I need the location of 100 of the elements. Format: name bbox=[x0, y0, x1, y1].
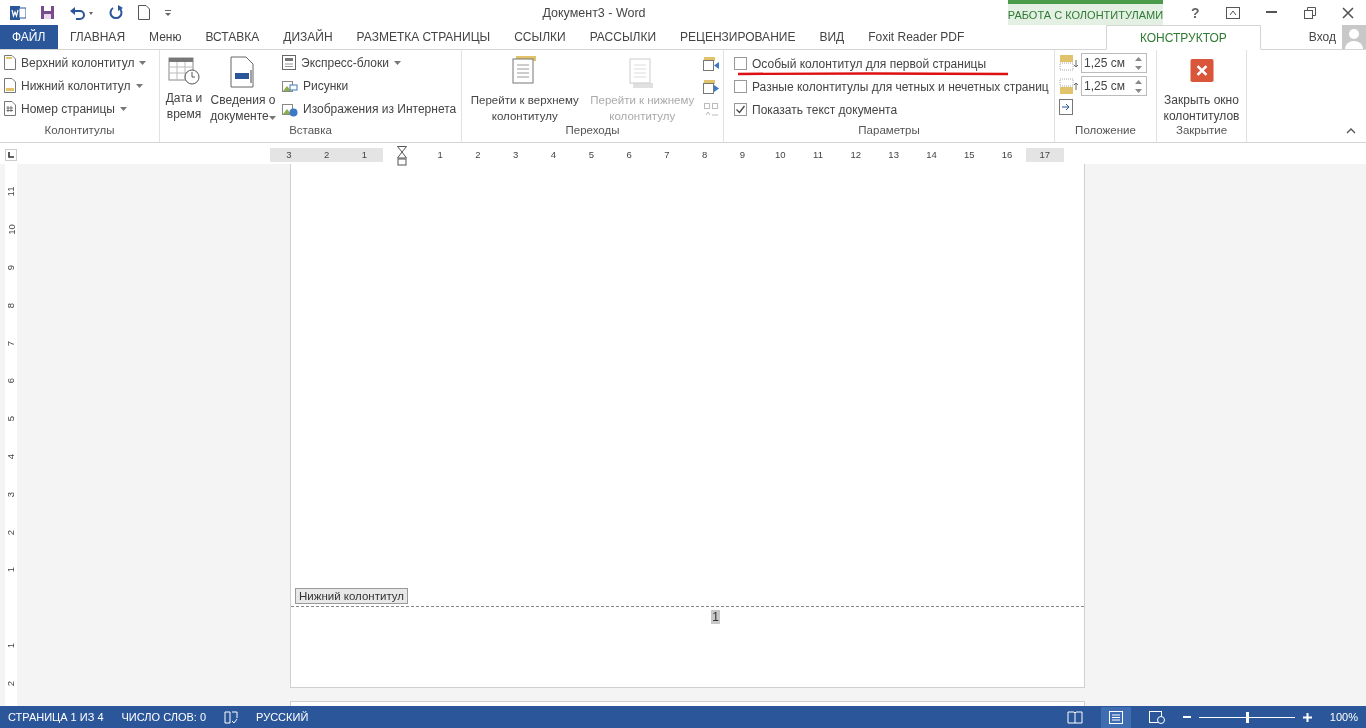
checkbox-label[interactable]: Особый колонтитул для первой страницы bbox=[752, 56, 987, 71]
ribbon-display-icon[interactable] bbox=[1225, 6, 1240, 19]
read-mode-icon[interactable] bbox=[1066, 710, 1083, 724]
spin-arrows-icon[interactable] bbox=[1135, 56, 1142, 70]
web-layout-icon[interactable] bbox=[1148, 710, 1165, 724]
ruler-number: 13 bbox=[888, 149, 899, 160]
ruler-number: 15 bbox=[963, 149, 975, 160]
spin-field[interactable]: 1,25 см bbox=[1081, 76, 1147, 96]
indent-marker-icon[interactable] bbox=[397, 145, 408, 166]
checkbox[interactable] bbox=[734, 57, 747, 70]
ruler-number: 4 bbox=[5, 453, 17, 460]
ruler-number: 16 bbox=[1001, 149, 1013, 160]
ribbon-button[interactable]: Нижний колонтитул bbox=[4, 76, 147, 95]
page-number-icon bbox=[4, 101, 16, 116]
ruler-number: 2 bbox=[5, 680, 17, 686]
ribbon-tab[interactable]: Foxit Reader PDF bbox=[856, 25, 977, 49]
ruler-number: 12 bbox=[850, 149, 862, 160]
next-section-icon[interactable] bbox=[703, 80, 719, 94]
checkbox-label[interactable]: Разные колонтитулы для четных и нечетных страниц bbox=[752, 79, 1049, 94]
window-title: Документ3 - Word bbox=[541, 5, 647, 20]
ruler-number: 14 bbox=[926, 149, 937, 160]
spin-arrows-icon[interactable] bbox=[1135, 79, 1142, 93]
ruler-number: 1 bbox=[5, 642, 17, 649]
page-icon bbox=[4, 55, 16, 70]
zoom-out-icon[interactable] bbox=[1182, 713, 1191, 721]
word-count[interactable]: ЧИСЛО СЛОВ: 0 bbox=[121, 711, 207, 723]
ruler-number: 1 bbox=[437, 149, 443, 160]
collapse-ribbon-icon[interactable] bbox=[1346, 128, 1356, 134]
checkbox-label[interactable]: Показать текст документа bbox=[752, 102, 898, 117]
ribbon-tab[interactable]: РАССЫЛКИ bbox=[577, 25, 668, 49]
undo-icon[interactable] bbox=[69, 5, 95, 20]
word-logo-icon[interactable] bbox=[10, 4, 26, 21]
ruler-number: 8 bbox=[5, 302, 17, 308]
customize-icon[interactable] bbox=[164, 8, 172, 17]
ruler-number: 6 bbox=[5, 378, 17, 384]
blocks-icon bbox=[282, 55, 296, 70]
ribbon-button[interactable]: Изображения из Интернета bbox=[282, 99, 457, 118]
ribbon-button[interactable]: Сведения о документе bbox=[208, 53, 278, 124]
restore-icon[interactable] bbox=[1303, 6, 1316, 19]
sign-in-link[interactable]: Вход bbox=[1308, 30, 1336, 44]
zoom-slider-thumb[interactable] bbox=[1245, 711, 1249, 723]
ruler-number: 3 bbox=[5, 491, 17, 497]
previous-section-icon[interactable] bbox=[703, 57, 719, 71]
header-position-icon bbox=[1059, 55, 1079, 71]
spin-field[interactable]: 1,25 см bbox=[1081, 53, 1147, 73]
ruler-number: 7 bbox=[664, 149, 670, 160]
ribbon-tab[interactable]: РЕЦЕНЗИРОВАНИЕ bbox=[668, 25, 808, 49]
close-header-footer-button[interactable]: Закрыть окно колонтитулов bbox=[1161, 53, 1242, 124]
ribbon-button[interactable]: Экспресс-блоки bbox=[282, 53, 457, 72]
insert-tab-icon[interactable] bbox=[1059, 99, 1073, 115]
page-icon bbox=[4, 78, 16, 93]
zoom-in-icon[interactable] bbox=[1302, 712, 1312, 722]
ribbon-tab[interactable]: ГЛАВНАЯ bbox=[58, 25, 138, 49]
close-icon bbox=[1188, 59, 1215, 82]
ruler-number: 5 bbox=[588, 149, 594, 160]
caret-icon bbox=[268, 116, 276, 120]
print-layout-icon[interactable] bbox=[1108, 710, 1123, 724]
group-label: Параметры bbox=[857, 124, 921, 138]
zoom-level[interactable]: 100% bbox=[1329, 711, 1358, 723]
group-label: Колонтитулы bbox=[43, 124, 116, 138]
ribbon-button[interactable]: Дата и время bbox=[164, 53, 204, 124]
ribbon-tab[interactable]: ФАЙЛ bbox=[0, 25, 58, 49]
new-document-icon[interactable] bbox=[138, 5, 150, 20]
close-icon[interactable] bbox=[1342, 6, 1354, 19]
ribbon-tab[interactable]: КОНСТРУКТОР bbox=[1105, 25, 1261, 50]
document-page[interactable]: Нижний колонтитул 1 bbox=[290, 164, 1085, 688]
ribbon-tab[interactable]: ВИД bbox=[807, 25, 857, 49]
page-count[interactable]: СТРАНИЦА 1 ИЗ 4 bbox=[8, 711, 104, 723]
ruler-number: 3 bbox=[286, 149, 292, 160]
language-indicator[interactable]: РУССКИЙ bbox=[256, 711, 309, 723]
ribbon-button[interactable]: Рисунки bbox=[282, 76, 457, 95]
caret-icon bbox=[393, 60, 401, 65]
ribbon-button[interactable]: Номер страницы bbox=[4, 99, 147, 118]
ribbon-tab[interactable]: РАЗМЕТКА СТРАНИЦЫ bbox=[344, 25, 503, 49]
help-button[interactable]: ? bbox=[1191, 4, 1200, 21]
save-icon[interactable] bbox=[40, 5, 55, 20]
document-field-icon bbox=[230, 56, 256, 88]
page-number[interactable]: 1 bbox=[711, 610, 720, 624]
ribbon-tab[interactable]: Меню bbox=[137, 25, 194, 49]
ribbon-button[interactable]: Перейти к верхнему колонтитулу bbox=[466, 53, 584, 124]
calendar-clock-icon bbox=[168, 56, 200, 86]
go-to-footer-icon bbox=[629, 56, 656, 88]
ruler-number: 9 bbox=[739, 149, 746, 160]
ribbon-button[interactable]: Верхний колонтитул bbox=[4, 53, 147, 72]
ribbon-tab[interactable]: ДИЗАЙН bbox=[271, 25, 345, 49]
ruler-number: 11 bbox=[5, 186, 17, 197]
context-tab-group: РАБОТА С КОЛОНТИТУЛАМИ bbox=[1008, 0, 1163, 25]
redo-icon[interactable] bbox=[109, 5, 124, 20]
ribbon-tab[interactable]: ВСТАВКА bbox=[193, 25, 272, 49]
ribbon-tab[interactable]: ССЫЛКИ bbox=[502, 25, 578, 49]
checkbox[interactable] bbox=[734, 103, 747, 116]
ruler-number: 6 bbox=[626, 149, 632, 160]
tab-selector-icon[interactable] bbox=[5, 148, 17, 161]
minimize-icon[interactable] bbox=[1266, 11, 1278, 14]
proofing-icon[interactable] bbox=[224, 710, 239, 724]
footer-position-icon bbox=[1059, 78, 1079, 94]
footer-tag: Нижний колонтитул bbox=[295, 588, 408, 604]
ruler-number: 10 bbox=[5, 224, 17, 235]
checkbox[interactable] bbox=[734, 80, 747, 93]
ruler-number: 1 bbox=[361, 149, 368, 160]
